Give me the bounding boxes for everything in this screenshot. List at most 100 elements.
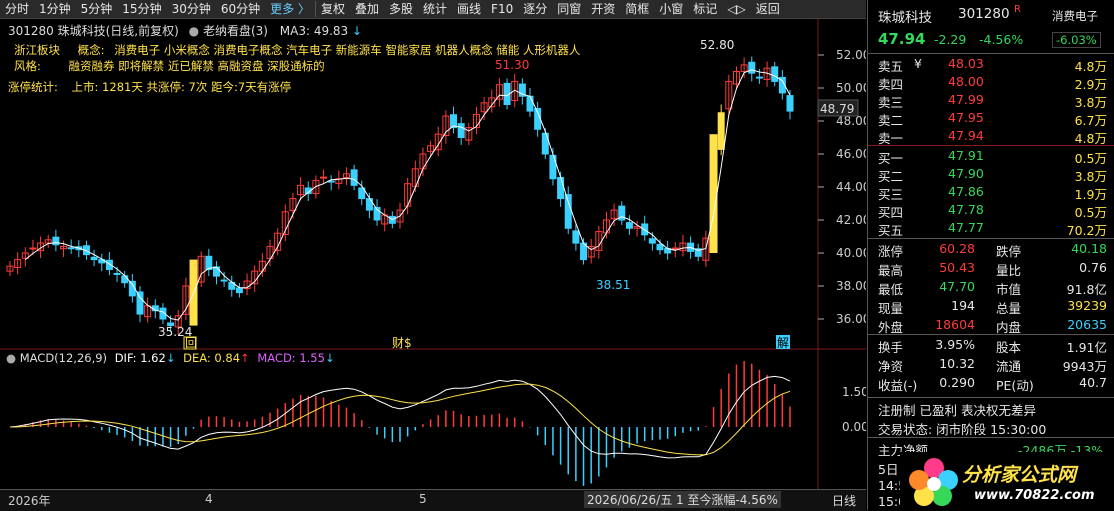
trade-status-row: 交易状态: 闭市阶段 15:30:00 (868, 419, 1114, 437)
candle-body (320, 176, 328, 179)
limit-up-candle (709, 134, 718, 253)
toolbar-item[interactable]: 逐分 (518, 0, 552, 18)
stat-value: 50.43 (939, 260, 975, 275)
ask-row[interactable]: 卖三 47.99 3.8万 (868, 92, 1114, 110)
y-tick-label: 36.00 (836, 312, 866, 326)
stat-value: 9943万 (1062, 359, 1107, 374)
toolbar-item[interactable]: 多股 (384, 0, 418, 18)
ask-row[interactable]: 卖四 48.00 2.9万 (868, 74, 1114, 92)
stat-label: PE(动) (996, 378, 1034, 393)
macd-name[interactable]: MACD(12,26,9) (20, 351, 107, 365)
candle-body (350, 169, 358, 186)
month-label-apr: 4 (205, 492, 213, 506)
ask-row[interactable]: 卖二 47.95 6.7万 (868, 110, 1114, 128)
year-label: 2026年 (8, 494, 51, 508)
toolbar-item[interactable]: 小窗 (654, 0, 688, 18)
stat-row: 净资 10.32 流通 9943万 (868, 356, 1114, 374)
stat-value: 47.70 (939, 279, 975, 294)
month-label-may: 5 (419, 492, 427, 506)
bid-price: 47.91 (948, 148, 984, 163)
ask-volume: 6.7万 (1074, 113, 1107, 128)
y-tick-label: 52.00 (836, 48, 866, 62)
quote-panel: 珠城科技 301280 R 消费电子 47.94 -2.29 -4.56% -6… (867, 0, 1114, 510)
indicator-name[interactable]: 老纳看盘(3) (203, 24, 268, 38)
toolbar-item[interactable]: 1分钟 (34, 0, 76, 18)
toolbar-item[interactable]: 60分钟 (216, 0, 265, 18)
candle-body (771, 66, 779, 82)
limitup-label: 涨停统计: (8, 80, 58, 94)
price-annotation: 财$ (392, 336, 412, 350)
bid-row[interactable]: 买二 47.90 3.8万 (868, 166, 1114, 184)
ask-row[interactable]: 卖一 47.94 4.8万 (868, 128, 1114, 146)
toolbar-item[interactable]: 30分钟 (167, 0, 216, 18)
time-axis: 2026年 4 5 2026/06/26/五 1 至今涨幅-4.56% 日线 (0, 489, 866, 511)
ma-label: MA3: 49.83 (279, 24, 349, 38)
stat-row: 外盘 18604 内盘 20635 (868, 317, 1114, 335)
logo-text: 分析家公式网 (962, 464, 1077, 486)
trade-status-text: 交易状态: 闭市阶段 15:30:00 (878, 422, 1047, 437)
toolbar-item[interactable]: 统计 (418, 0, 452, 18)
style-row: 风格: 融资融券 即将解禁 近已解禁 高融资盘 深股通标的 (14, 58, 325, 74)
price-row: 47.94 -2.29 -4.56% -6.03% (868, 30, 1114, 50)
limitup-text: 上市: 1281天 共涨停: 7次 距今:7天有涨停 (71, 80, 292, 94)
fiveday-label[interactable]: 5日 (878, 459, 898, 478)
bid-row[interactable]: 买五 47.77 70.2万 (868, 220, 1114, 238)
toolbar-item[interactable]: ◁▷ (722, 0, 750, 18)
stat-row: 收益(-) 0.290 PE(动) 40.7 (868, 375, 1114, 393)
sector-name[interactable]: 消费电子 (1052, 8, 1098, 24)
toolbar-item[interactable]: 更多 〉 (265, 0, 315, 18)
macd-tick-label: 1.50 (842, 385, 866, 399)
style-label: 风格: (14, 59, 41, 73)
dif-line (9, 375, 791, 459)
ask-row[interactable]: 卖五 ¥48.03 4.8万 (868, 56, 1114, 74)
concept-list: 消费电子 小米概念 消费电子概念 汽车电子 新能源车 智能家居 机器人概念 储能… (114, 43, 581, 57)
stat-value: 40.18 (1071, 241, 1107, 256)
arrow-down-icon: ↓ (352, 24, 363, 38)
candle-body (121, 275, 129, 284)
toolbar-item[interactable]: 15分钟 (117, 0, 166, 18)
region-label: 浙江板块 (14, 43, 60, 57)
stat-label: 总量 (996, 301, 1022, 316)
toolbar-item[interactable]: 开资 (586, 0, 620, 18)
stock-title: 301280 珠城科技(日线,前复权) (8, 24, 179, 38)
toolbar-item[interactable]: 返回 (751, 0, 785, 18)
ask-price: 48.03 (948, 56, 984, 71)
bid-price: 47.90 (948, 166, 984, 181)
stat-label: 股本 (996, 340, 1022, 355)
toolbar-item[interactable]: 5分钟 (76, 0, 118, 18)
toolbar-item[interactable]: 画线 (452, 0, 486, 18)
bid-volume: 1.9万 (1074, 187, 1107, 202)
toolbar-item[interactable]: 叠加 (350, 0, 384, 18)
candle-body (564, 194, 572, 229)
limitup-row: 涨停统计: 上市: 1281天 共涨停: 7次 距今:7天有涨停 (8, 79, 291, 95)
bid-row[interactable]: 买三 47.86 1.9万 (868, 184, 1114, 202)
toolbar-item[interactable]: F10 (486, 0, 518, 18)
stat-label: 现量 (878, 301, 904, 316)
toolbar-item[interactable]: 复权 (316, 0, 350, 18)
candle-body (549, 154, 557, 180)
stat-row: 最高 50.43 量比 0.76 (868, 260, 1114, 278)
price-annotation: 38.51 (596, 278, 630, 292)
period-toolbar: 分时 1分钟 5分钟 15分钟 30分钟 60分钟 更多 〉复权 叠加 多股 统计 画线 F10 逐分同… (0, 0, 866, 19)
candle-body (212, 266, 220, 277)
stat-label: 涨停 (878, 244, 904, 259)
bid-row[interactable]: 买四 47.78 0.5万 (868, 202, 1114, 220)
stat-row: 最低 47.70 市值 91.8亿 (868, 279, 1114, 297)
toolbar-item[interactable]: 标记 (688, 0, 722, 18)
period-label[interactable]: 日线 (832, 492, 856, 509)
price-change: -2.29 (934, 32, 967, 47)
toolbar-item[interactable]: 分时 (0, 0, 34, 18)
stat-value: 40.7 (1079, 375, 1107, 390)
candle-body (625, 222, 633, 229)
bid-row[interactable]: 买一 47.91 0.5万 (868, 148, 1114, 166)
ask-price: 47.99 (948, 92, 984, 107)
toolbar-item[interactable]: 简框 (620, 0, 654, 18)
price-annotation: 52.80 (700, 38, 734, 52)
ask-price: 47.95 (948, 110, 984, 125)
arrow-down-icon: ↓ (324, 351, 335, 365)
indicator-icon[interactable]: ● (189, 24, 199, 38)
candle-body (90, 256, 98, 261)
toolbar-item[interactable]: 同窗 (552, 0, 586, 18)
stock-name: 珠城科技 (878, 10, 932, 26)
ask-price: 47.94 (948, 128, 984, 143)
